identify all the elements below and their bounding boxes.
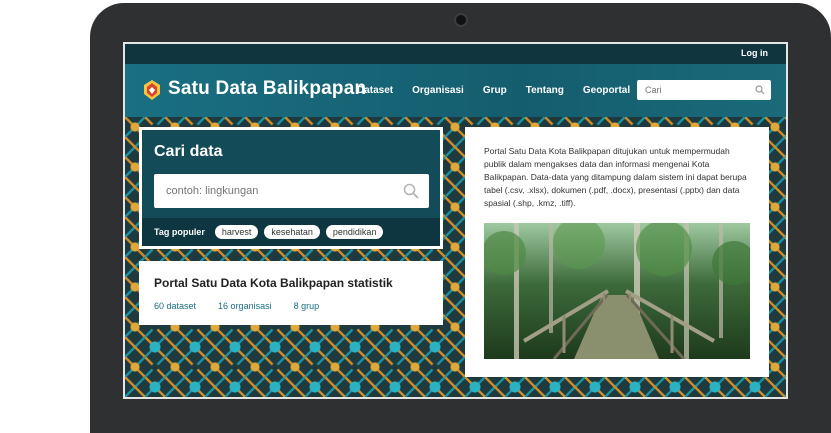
stats-panel: Portal Satu Data Kota Balikpapan statist…	[139, 261, 443, 325]
popular-tags: Tag populer harvest kesehatan pendidikan	[142, 218, 440, 246]
forest-bridge-image	[484, 223, 750, 359]
stat-datasets[interactable]: 60 dataset	[154, 301, 196, 311]
tags-label: Tag populer	[154, 227, 205, 237]
search-panel: Cari data Tag populer harvest kesehatan …	[139, 127, 443, 249]
stat-grup[interactable]: 8 grup	[294, 301, 320, 311]
nav-organisasi[interactable]: Organisasi	[412, 85, 464, 96]
tag-harvest[interactable]: harvest	[214, 225, 259, 239]
login-link[interactable]: Log in	[741, 48, 768, 58]
header-search	[637, 80, 771, 100]
nav-geoportal[interactable]: Geoportal	[583, 85, 630, 96]
camera-icon	[454, 13, 468, 27]
top-bar: Log in	[125, 44, 786, 64]
search-icon[interactable]	[403, 183, 419, 199]
stats-title: Portal Satu Data Kota Balikpapan statist…	[154, 276, 393, 290]
header-search-input[interactable]	[637, 80, 747, 100]
nav-grup[interactable]: Grup	[483, 85, 507, 96]
nav-dataset[interactable]: Dataset	[357, 85, 393, 96]
data-search	[154, 174, 429, 208]
tag-pendidikan[interactable]: pendidikan	[325, 225, 384, 239]
search-icon[interactable]	[755, 85, 765, 95]
site-header: Satu Data Balikpapan Dataset Organisasi …	[125, 64, 786, 117]
nav-tentang[interactable]: Tentang	[526, 85, 564, 96]
city-logo-icon[interactable]	[143, 80, 161, 100]
data-search-input[interactable]	[154, 174, 394, 208]
main-nav: Dataset Organisasi Grup Tentang Geoporta…	[357, 85, 649, 96]
stat-organisasi[interactable]: 16 organisasi	[218, 301, 272, 311]
laptop-frame: Log in Satu Data Balikpapan Dataset Orga…	[90, 3, 831, 433]
screen: Log in Satu Data Balikpapan Dataset Orga…	[123, 42, 788, 399]
stats-row: 60 dataset 16 organisasi 8 grup	[154, 301, 341, 311]
site-title[interactable]: Satu Data Balikpapan	[168, 78, 366, 100]
portal-description: Portal Satu Data Kota Balikpapan ditujuk…	[484, 146, 747, 208]
info-panel: Portal Satu Data Kota Balikpapan ditujuk…	[465, 127, 769, 377]
search-panel-title: Cari data	[154, 143, 223, 160]
batik-background: Cari data Tag populer harvest kesehatan …	[125, 117, 786, 397]
tag-kesehatan[interactable]: kesehatan	[264, 225, 320, 239]
